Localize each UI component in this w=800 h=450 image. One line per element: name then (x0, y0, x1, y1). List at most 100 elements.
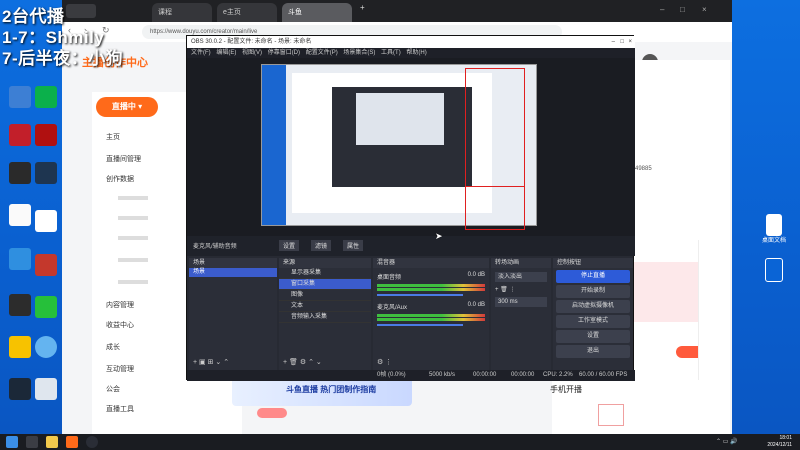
file-explorer-icon[interactable] (46, 436, 58, 448)
preview-nested-obs (332, 87, 472, 187)
search-icon[interactable] (26, 436, 38, 448)
source-item[interactable]: 显示器采集 (279, 268, 371, 279)
desktop-icon-9[interactable] (26, 86, 66, 110)
obs-menu-edit[interactable]: 编辑(E) (216, 50, 236, 56)
promo-badge[interactable] (257, 408, 287, 418)
browser-tab-2[interactable]: e主页 (217, 3, 277, 22)
sidebar-item-growth[interactable]: 成长 (106, 342, 120, 352)
desktop-icon-11[interactable] (26, 162, 66, 186)
system-tray-icon[interactable]: ⌃ ▭ 🔊 (716, 438, 738, 445)
transition-duration-input[interactable]: 300 ms (495, 297, 547, 307)
mixer-track: 桌面音频 0.0 dB (377, 272, 485, 296)
transition-add-icon[interactable]: + 🗑 ⋮ (495, 286, 547, 293)
toolbar-settings-button[interactable]: 设置 (279, 240, 300, 251)
controls-dock-title: 控制按钮 (553, 258, 633, 268)
mixer-settings-icon[interactable]: ⚙ ⋮ (377, 358, 392, 366)
browser-tab-bar: 课程 e主页 斗鱼 + – □ × (62, 0, 732, 22)
obs-app-icon[interactable] (86, 436, 98, 448)
toolbar-audio-label: 麦克风/辅助音频 (193, 244, 237, 250)
mixer-meter (377, 314, 485, 317)
close-icon[interactable]: × (702, 5, 707, 14)
sidebar-item-tools[interactable]: 直播工具 (106, 404, 134, 414)
desktop-icon-15[interactable] (26, 336, 66, 360)
right-panel-title: 手机开播 (550, 385, 582, 394)
sidebar-subitem[interactable] (118, 258, 148, 262)
browser-profile-avatar[interactable] (66, 4, 96, 18)
sidebar-item-home[interactable]: 主页 (106, 132, 120, 142)
source-item[interactable]: 文本 (279, 301, 371, 312)
mixer-volume-slider[interactable] (377, 324, 464, 326)
desktop-icon-10[interactable] (26, 124, 66, 148)
promo-title: 斗鱼直播 热门团制作指南 (286, 385, 377, 394)
desktop-right-icon-doc[interactable]: 桌面文档 (752, 214, 796, 245)
obs-menu-help[interactable]: 帮助(H) (406, 50, 426, 56)
status-rec-time: 00:00:00 (511, 372, 535, 378)
status-bitrate: 5000 kb/s (429, 372, 456, 378)
sidebar-subitem[interactable] (118, 216, 148, 220)
sidebar-subitem[interactable] (118, 196, 148, 200)
source-item-selected[interactable]: 窗口采集 (279, 279, 371, 290)
mixer-volume-slider[interactable] (377, 294, 464, 296)
obs-menu-tools[interactable]: 工具(T) (381, 50, 401, 56)
settings-button[interactable]: 设置 (556, 330, 630, 343)
source-item[interactable]: 音频输入采集 (279, 312, 371, 323)
sidebar-item-room[interactable]: 直播间管理 (106, 154, 141, 164)
live-status-button[interactable]: 直播中 ▾ (96, 97, 158, 117)
toolbar-properties-button[interactable]: 属性 (343, 240, 364, 251)
desktop-icon-14[interactable] (26, 296, 66, 320)
sources-dock-title: 来源 (279, 258, 371, 268)
taskbar-clock[interactable]: 18:01 2024/12/11 (767, 435, 792, 449)
desktop-icon-16[interactable] (26, 378, 66, 402)
exit-button[interactable]: 退出 (556, 345, 630, 358)
stop-streaming-button[interactable]: 停止直播 (556, 270, 630, 283)
douyu-app-icon[interactable] (66, 436, 78, 448)
desktop-icon-13[interactable] (26, 254, 66, 278)
scene-add-icon[interactable]: + ▣ ⊞ ⌄ ⌃ (193, 358, 229, 366)
maximize-icon[interactable]: □ (680, 5, 685, 14)
status-dropped-frames: 0帧 (0.0%) (377, 372, 406, 378)
obs-minimize-icon[interactable]: – (612, 36, 615, 48)
virtual-camera-button[interactable]: 启动虚拟摄像机 (556, 300, 630, 313)
desktop-right-icon-2[interactable] (752, 258, 796, 284)
transition-type-select[interactable]: 淡入淡出 (495, 272, 547, 282)
mixer-track-level: 0.0 dB (467, 302, 485, 308)
obs-menu-view[interactable]: 视图(V) (242, 50, 262, 56)
obs-preview[interactable] (187, 58, 635, 236)
sources-dock: 来源 显示器采集 窗口采集 图像 文本 音频输入采集 + 🗑 ⚙ ⌃ ⌄ (279, 258, 371, 370)
selection-box-source[interactable] (465, 186, 525, 230)
sidebar-subitem[interactable] (118, 280, 148, 284)
studio-mode-button[interactable]: 工作室模式 (556, 315, 630, 328)
start-icon[interactable] (6, 436, 18, 448)
obs-menu-file[interactable]: 文件(F) (191, 50, 211, 56)
obs-source-toolbar: 麦克风/辅助音频 设置 滤镜 属性 (187, 236, 635, 256)
browser-tab-1[interactable]: 课程 (152, 3, 212, 22)
sidebar-subitem[interactable] (118, 236, 148, 240)
obs-close-icon[interactable]: × (628, 36, 632, 48)
sidebar-item-data[interactable]: 创作数据 (106, 174, 134, 184)
obs-menu-scene-collection[interactable]: 场景集合(S) (343, 50, 375, 56)
desktop-icon-12[interactable] (26, 210, 66, 234)
sidebar-item-income[interactable]: 收益中心 (106, 320, 134, 330)
qr-code (598, 404, 624, 426)
preview-desktop-strip (262, 65, 286, 225)
minimize-icon[interactable]: – (660, 5, 664, 14)
transitions-dock: 转场动画 淡入淡出 + 🗑 ⋮ 300 ms (491, 258, 551, 370)
browser-tab-3-active[interactable]: 斗鱼 (282, 3, 352, 22)
obs-menu-profile[interactable]: 配置文件(P) (306, 50, 338, 56)
mixer-meter (377, 318, 485, 321)
scenes-dock-title: 场景 (189, 258, 277, 268)
mixer-track: 麦克风/Aux 0.0 dB (377, 302, 485, 326)
obs-maximize-icon[interactable]: □ (620, 36, 624, 48)
status-live-time: 00:00:00 (473, 372, 497, 378)
sidebar-item-content[interactable]: 内容管理 (106, 300, 134, 310)
source-add-icon[interactable]: + 🗑 ⚙ ⌃ ⌄ (283, 358, 322, 366)
sidebar-item-interaction[interactable]: 互动管理 (106, 364, 134, 374)
start-recording-button[interactable]: 开始录制 (556, 285, 630, 298)
new-tab-icon[interactable]: + (360, 3, 365, 12)
scene-item[interactable]: 场景 (189, 268, 277, 277)
source-item[interactable]: 图像 (279, 290, 371, 301)
toolbar-filters-button[interactable]: 滤镜 (311, 240, 332, 251)
taskbar: ⌃ ▭ 🔊 18:01 2024/12/11 (0, 434, 800, 450)
obs-menu-docks[interactable]: 停靠窗口(D) (268, 50, 300, 56)
sidebar-item-guild[interactable]: 公会 (106, 384, 120, 394)
